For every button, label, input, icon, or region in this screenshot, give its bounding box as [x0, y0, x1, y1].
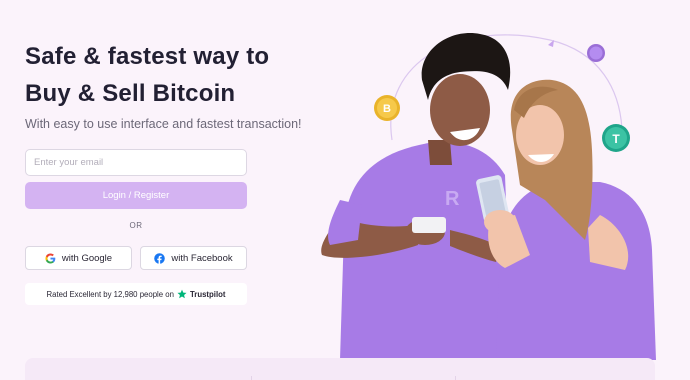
- headline-line-2: Buy & Sell Bitcoin: [25, 80, 236, 107]
- facebook-icon: [154, 252, 166, 264]
- svg-text:B: B: [383, 103, 391, 115]
- purple-coin-icon: [587, 44, 605, 62]
- hero-illustration: B T T: [300, 0, 690, 360]
- tether-coin-icon: T: [602, 124, 630, 152]
- headline-line-1: Safe & fastest way to: [25, 43, 270, 70]
- google-button-label: with Google: [61, 252, 113, 264]
- svg-text:T: T: [612, 132, 620, 146]
- bitcoin-coin-icon: B: [374, 95, 400, 121]
- login-register-button[interactable]: Login / Register: [25, 182, 247, 209]
- hero-subtitle: With easy to use interface and fastest t…: [25, 117, 302, 131]
- trustpilot-rating-text: Rated Excellent by 12,980 people on: [46, 289, 174, 299]
- or-separator: OR: [129, 221, 143, 230]
- page-title: Safe & fastest way to Buy & Sell Bitcoin: [25, 38, 269, 112]
- landing-page: Safe & fastest way to Buy & Sell Bitcoin…: [0, 0, 690, 380]
- stats-strip: [25, 358, 655, 380]
- trustpilot-star-icon: [177, 289, 187, 299]
- strip-divider: [455, 376, 456, 380]
- trustpilot-brand[interactable]: Trustpilot: [190, 290, 226, 299]
- email-field[interactable]: [25, 149, 247, 176]
- svg-text:R: R: [445, 188, 460, 210]
- google-icon: [45, 252, 56, 264]
- trustpilot-rating: Rated Excellent by 12,980 people on Trus…: [25, 283, 247, 305]
- facebook-login-button[interactable]: with Facebook: [140, 246, 247, 270]
- google-login-button[interactable]: with Google: [25, 246, 132, 270]
- facebook-button-label: with Facebook: [171, 252, 233, 264]
- woman-figure: [476, 79, 656, 360]
- strip-divider: [251, 376, 252, 380]
